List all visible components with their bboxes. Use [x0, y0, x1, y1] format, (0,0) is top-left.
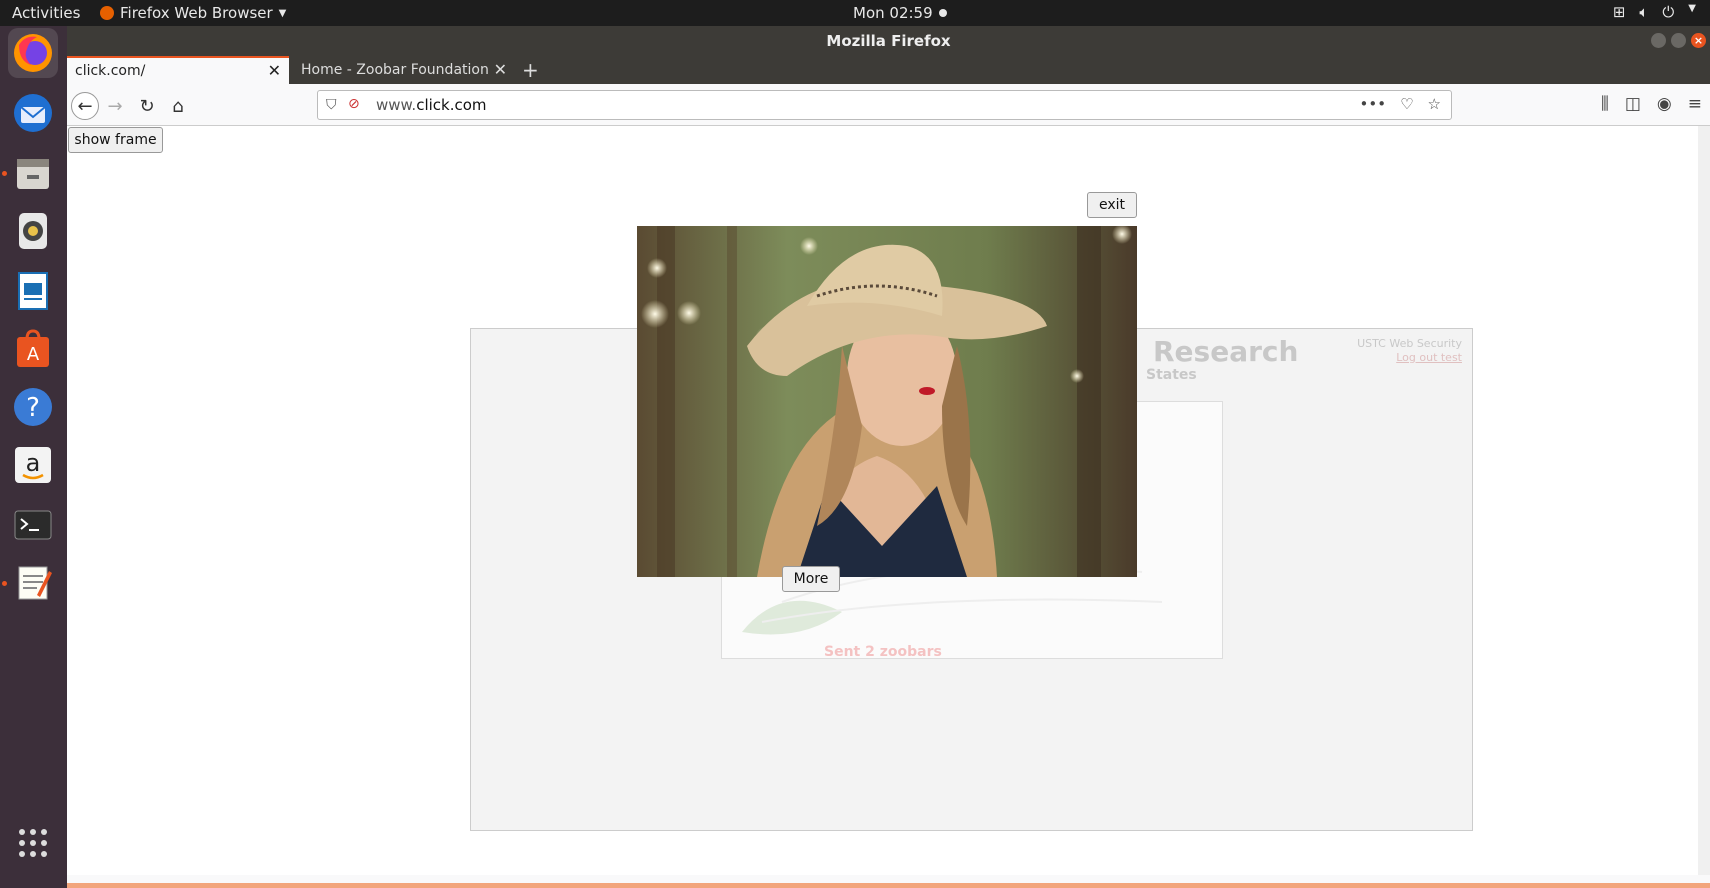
- dock-thunderbird[interactable]: [8, 88, 58, 138]
- account-icon[interactable]: ◉: [1657, 94, 1672, 114]
- hamburger-menu-icon[interactable]: ≡: [1688, 94, 1702, 114]
- clock[interactable]: Mon 02:59: [853, 4, 947, 22]
- close-window-button[interactable]: ×: [1691, 33, 1706, 48]
- reload-button[interactable]: ↻: [133, 92, 161, 120]
- show-frame-button[interactable]: show frame: [68, 127, 163, 153]
- tab-click-com[interactable]: click.com/ ✕: [67, 56, 289, 84]
- frame-subtitle: States: [1146, 367, 1197, 383]
- frame-sent-message: Sent 2 zoobars: [824, 644, 942, 660]
- close-tab-icon[interactable]: ✕: [268, 58, 281, 84]
- dock-help[interactable]: ?: [8, 382, 58, 432]
- dock-show-apps[interactable]: [8, 818, 58, 868]
- software-icon: A: [17, 329, 49, 367]
- tab-label: click.com/: [75, 63, 146, 79]
- clock-label: Mon 02:59: [853, 4, 933, 22]
- exit-button[interactable]: exit: [1087, 192, 1137, 218]
- dock-terminal[interactable]: [8, 500, 58, 550]
- gnome-top-bar: Activities Firefox Web Browser ▼ Mon 02:…: [0, 0, 1710, 26]
- app-menu[interactable]: Firefox Web Browser ▼: [100, 4, 286, 22]
- url-prefix: www.: [376, 96, 417, 114]
- rhythmbox-icon: [19, 213, 47, 249]
- arrow-left-icon: ←: [77, 95, 93, 117]
- home-button[interactable]: ⌂: [164, 92, 192, 120]
- text-editor-icon: [18, 566, 52, 600]
- network-icon[interactable]: ⊞: [1613, 3, 1626, 21]
- page-content: show frame Research States USTC Web Secu…: [67, 126, 1710, 875]
- new-tab-button[interactable]: +: [522, 56, 539, 84]
- bookmark-star-icon[interactable]: ☆: [1428, 95, 1441, 113]
- pocket-icon[interactable]: ♡: [1400, 95, 1413, 113]
- power-icon[interactable]: ⏻: [1662, 3, 1674, 21]
- window-titlebar[interactable]: Mozilla Firefox ×: [67, 26, 1710, 56]
- dock-software[interactable]: A: [8, 324, 58, 374]
- url-text[interactable]: www.click.com: [376, 96, 487, 114]
- tab-zoobar[interactable]: Home - Zoobar Foundation ✕: [293, 56, 515, 84]
- arrow-right-icon: →: [107, 95, 123, 117]
- svg-text:?: ?: [26, 393, 40, 423]
- svg-text:A: A: [27, 344, 40, 365]
- window-title: Mozilla Firefox: [826, 32, 951, 50]
- more-button[interactable]: More: [782, 566, 840, 592]
- frame-user-info: USTC Web Security Log out test: [1357, 337, 1462, 365]
- writer-icon: [18, 272, 48, 310]
- vertical-scrollbar[interactable]: [1698, 126, 1710, 875]
- reload-icon: ↻: [139, 95, 155, 117]
- dock-firefox[interactable]: [8, 28, 58, 78]
- page-actions-icon[interactable]: •••: [1360, 95, 1387, 113]
- forward-button[interactable]: →: [101, 92, 129, 120]
- maximize-button[interactable]: [1671, 33, 1686, 48]
- firefox-icon: [14, 34, 52, 72]
- running-indicator: [2, 581, 7, 586]
- dock-text-editor[interactable]: [8, 558, 58, 608]
- window-controls: ×: [1651, 33, 1706, 48]
- close-tab-icon[interactable]: ✕: [494, 56, 507, 84]
- navigation-toolbar: ← → ↻ ⌂ ⛉ ⊘ www.click.com ••• ♡ ☆ ⫼ ◫ ◉ …: [67, 84, 1710, 126]
- dock-rhythmbox[interactable]: [8, 206, 58, 256]
- back-button[interactable]: ←: [71, 92, 99, 120]
- firefox-window: Mozilla Firefox × click.com/ ✕ Home - Zo…: [67, 26, 1710, 888]
- minimize-button[interactable]: [1651, 33, 1666, 48]
- running-indicator: [2, 171, 7, 176]
- chevron-down-icon[interactable]: ▼: [1688, 3, 1696, 21]
- url-actions: ••• ♡ ☆: [1360, 95, 1441, 113]
- home-icon: ⌂: [172, 95, 184, 117]
- dock-amazon[interactable]: a: [8, 440, 58, 490]
- system-tray[interactable]: ⊞ 🔈︎ ⏻ ▼: [1613, 3, 1696, 21]
- toolbar-right: ⫼ ◫ ◉ ≡: [1601, 94, 1702, 114]
- desktop: Activities Firefox Web Browser ▼ Mon 02:…: [0, 0, 1710, 888]
- overlay-photo[interactable]: [637, 226, 1137, 577]
- volume-icon[interactable]: 🔈︎: [1639, 3, 1648, 21]
- help-icon: ?: [14, 388, 52, 426]
- library-icon[interactable]: ⫼: [1601, 94, 1609, 114]
- tracking-protection-icon[interactable]: ⛉: [326, 97, 337, 113]
- url-bar[interactable]: ⛉ ⊘ www.click.com ••• ♡ ☆: [317, 90, 1452, 120]
- chevron-down-icon: ▼: [278, 7, 287, 19]
- svg-text:a: a: [26, 449, 41, 477]
- tab-strip: click.com/ ✕ Home - Zoobar Foundation ✕ …: [67, 56, 1710, 84]
- firefox-small-icon: [100, 6, 114, 20]
- url-domain: click.com: [416, 96, 487, 114]
- frame-logout-link[interactable]: Log out test: [1357, 351, 1462, 365]
- notification-dot-icon: [938, 9, 947, 17]
- frame-site-label: USTC Web Security: [1357, 337, 1462, 350]
- findbar-accent: [67, 883, 1710, 888]
- dock-files[interactable]: [8, 148, 58, 198]
- dock-writer[interactable]: [8, 266, 58, 316]
- activities-button[interactable]: Activities: [12, 4, 80, 22]
- thunderbird-icon: [14, 94, 52, 132]
- sidebar-icon[interactable]: ◫: [1625, 94, 1641, 114]
- terminal-icon: [14, 510, 52, 540]
- dock: A ? a: [0, 26, 67, 888]
- tab-label: Home - Zoobar Foundation: [301, 62, 489, 78]
- amazon-icon: a: [15, 447, 51, 483]
- app-menu-label: Firefox Web Browser: [120, 4, 273, 22]
- portrait-image: [637, 226, 1137, 577]
- show-apps-icon: [19, 829, 47, 857]
- insecure-connection-icon[interactable]: ⊘: [348, 96, 360, 112]
- files-icon: [17, 159, 49, 189]
- frame-title: Research: [1153, 335, 1299, 368]
